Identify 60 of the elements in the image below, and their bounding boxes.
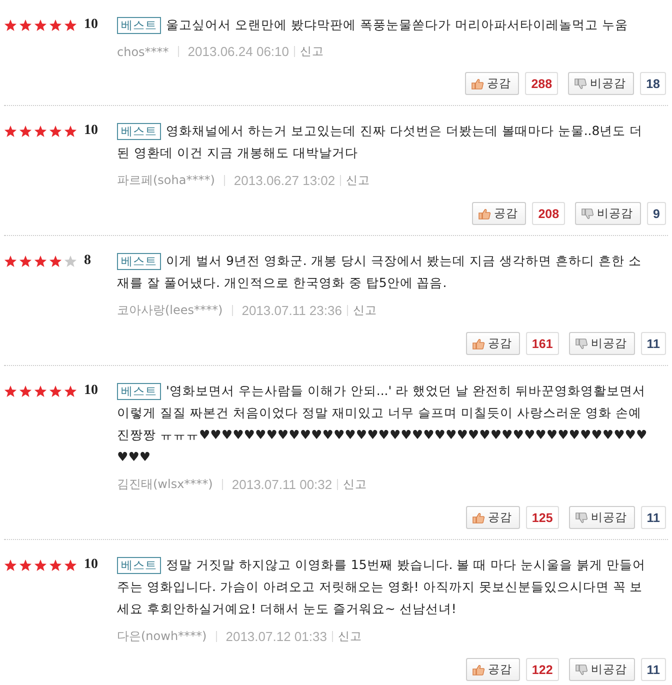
dislike-count: 11 (640, 658, 666, 681)
like-count: 161 (526, 332, 559, 355)
dislike-button[interactable]: 비공감 (568, 658, 635, 681)
like-count: 125 (526, 506, 559, 529)
author-name: 파르페(soha****) (117, 172, 215, 189)
report-link[interactable]: 신고 (352, 303, 377, 318)
score: 8 (84, 253, 91, 269)
best-badge: 베스트 (117, 383, 161, 400)
review-date: 2013.07.11 23:36 (242, 303, 342, 318)
best-badge: 베스트 (117, 253, 161, 270)
thumbs-up-icon (472, 338, 485, 350)
review-text: 베스트 영화채널에서 하는거 보고있는데 진짜 다섯번은 더봤는데 볼때마다 눈물..8년도 더된 영환데 이건 지금 개봉해도 대박날거다 (117, 122, 644, 162)
report-link[interactable]: 신고 (338, 629, 362, 644)
like-button[interactable]: 공감 (472, 202, 526, 225)
report-link[interactable]: 신고 (300, 44, 324, 59)
best-badge: 베스트 (117, 557, 161, 574)
review-date: 2013.06.24 06:10 (188, 44, 290, 59)
dislike-button[interactable]: 비공감 (575, 202, 642, 225)
dislike-count: 11 (640, 332, 666, 355)
score: 10 (84, 17, 98, 33)
like-button[interactable]: 공감 (466, 332, 520, 355)
thumbs-down-icon (581, 208, 594, 220)
dislike-button[interactable]: 비공감 (568, 72, 634, 95)
thumbs-up-icon (478, 208, 492, 220)
thumbs-up-icon (471, 78, 484, 90)
like-count: 208 (532, 202, 566, 225)
thumbs-down-icon (574, 512, 588, 524)
author-name: 김진태(wlsx****) (117, 476, 213, 493)
author-name: chos**** (117, 44, 169, 58)
report-link[interactable]: 신고 (346, 173, 370, 188)
report-link[interactable]: 신고 (343, 477, 368, 492)
like-button[interactable]: 공감 (466, 506, 520, 529)
best-badge: 베스트 (117, 123, 161, 140)
like-button[interactable]: 공감 (466, 658, 520, 681)
dislike-count: 11 (640, 506, 666, 529)
like-count: 288 (525, 72, 558, 95)
review-text: 베스트 정말 거짓말 하지않고 이영화를 15번째 봤습니다. 볼 때 마다 눈시울을 붉게 만들어 주는 영화입니다. 가슴이 아려오고 저릿해오는 영화! 아직까지 못보신분들있으시다면 꼭 보세요 후회안하실거예요! 더해서 눈도 즐거워요~ 선남선녀! (117, 556, 647, 618)
review-date: 2013.07.12 01:33 (226, 629, 327, 644)
score: 10 (84, 383, 98, 399)
thumbs-down-icon (574, 338, 588, 350)
review-date: 2013.06.27 13:02 (234, 173, 336, 188)
review-text: 베스트 울고싶어서 오랜만에 봤댜막판에 폭풍눈물쏟다가 머리아파서타이레놀먹고 누움 (117, 14, 654, 36)
dislike-count: 9 (647, 202, 666, 225)
author-name: 코아사랑(lees****) (117, 302, 223, 319)
dislike-count: 18 (640, 72, 666, 95)
best-badge: 베스트 (117, 17, 161, 34)
thumbs-up-icon (472, 664, 485, 676)
review-date: 2013.07.11 00:32 (232, 477, 332, 492)
like-button[interactable]: 공감 (465, 72, 520, 95)
like-count: 122 (526, 658, 559, 681)
thumbs-up-icon (472, 512, 485, 524)
score: 10 (84, 123, 98, 139)
score: 10 (84, 557, 98, 573)
review-text: 베스트 이게 벌서 9년전 영화군. 개봉 당시 극장에서 봤는데 지금 생각하면 흔하디 흔한 소재를 잘 풀어냈다. 개인적으로 한국영화 중 탑5안에 꼽음. (117, 252, 643, 292)
dislike-button[interactable]: 비공감 (568, 332, 635, 355)
review-text: 베스트 '영화보면서 우는사람들 이해가 안되...' 라 했었던 날 완전히 뒤바꾼영화영활보면서 이렇게 질질 짜본건 처음이었다 정말 재미있고 너무 슬프며 미칠듯이 사랑스러운 영화 손예진짱짱 ㅠㅠㅠ♥♥♥♥♥♥♥♥♥♥♥♥♥♥♥♥♥♥♥♥♥♥♥♥♥♥♥♥♥♥♥♥♥♥♥♥♥♥♥♥♥♥♥ (117, 382, 648, 466)
author-name: 다은(nowh****) (117, 628, 207, 645)
dislike-button[interactable]: 비공감 (568, 506, 635, 529)
thumbs-down-icon (574, 78, 588, 90)
thumbs-down-icon (574, 664, 588, 676)
